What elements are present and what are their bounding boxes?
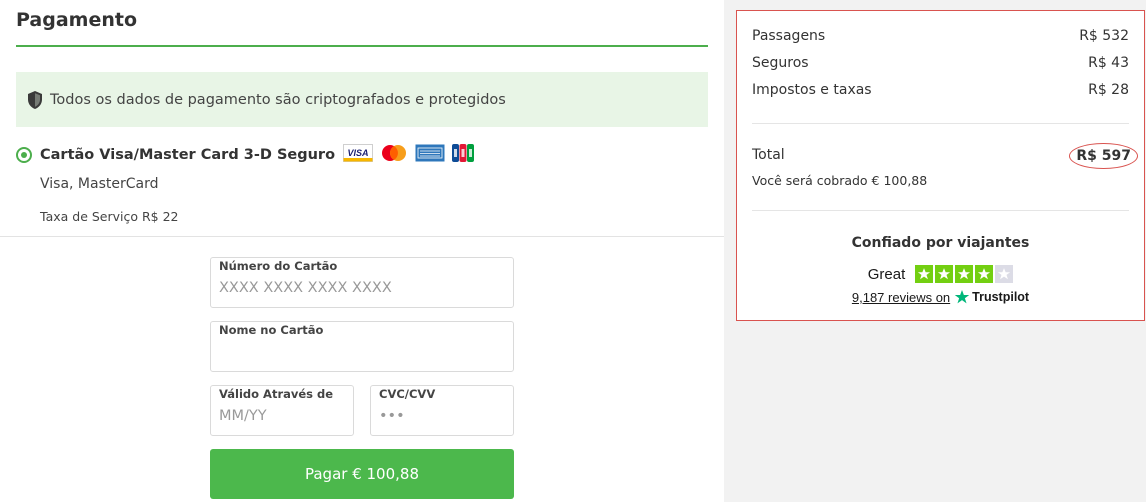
- cvc-field: CVC/CVV: [370, 385, 514, 436]
- card-number-label: Número do Cartão: [219, 259, 338, 273]
- payment-method-option[interactable]: Cartão Visa/Master Card 3-D Seguro VISA: [16, 142, 475, 168]
- svg-text:VISA: VISA: [348, 148, 369, 158]
- summary-item-value: R$ 43: [1088, 55, 1129, 71]
- expiry-label: Válido Através de: [219, 387, 334, 401]
- amex-logo: [415, 144, 445, 166]
- cvc-label: CVC/CVV: [379, 387, 436, 401]
- summary-item-value: R$ 28: [1088, 82, 1129, 98]
- summary-row: Impostos e taxas R$ 28: [752, 82, 1129, 98]
- secure-notice-text: Todos os dados de pagamento são criptogr…: [50, 91, 506, 108]
- pay-button[interactable]: Pagar € 100,88: [210, 449, 514, 499]
- card-logos: VISA: [343, 143, 475, 167]
- summary-row: Seguros R$ 43: [752, 55, 1129, 71]
- mastercard-logo: [379, 144, 409, 166]
- trustpilot-reviews: 9,187 reviews on Trustpilot: [737, 289, 1144, 305]
- visa-logo: VISA: [343, 144, 374, 166]
- payment-method-label: Cartão Visa/Master Card 3-D Seguro: [40, 147, 336, 163]
- card-number-field: Número do Cartão: [210, 257, 514, 308]
- reviews-link[interactable]: 9,187 reviews on: [852, 290, 950, 305]
- order-summary-panel: Passagens R$ 532 Seguros R$ 43 Impostos …: [724, 0, 1146, 502]
- shield-icon: [26, 90, 44, 110]
- rating-star-icon: [995, 265, 1014, 283]
- section-divider: [0, 236, 724, 237]
- card-name-field: Nome no Cartão: [210, 321, 514, 372]
- card-name-label: Nome no Cartão: [219, 323, 324, 337]
- summary-item-label: Impostos e taxas: [752, 82, 872, 98]
- trustpilot-star-icon: [954, 290, 970, 304]
- accepted-brands: Visa, MasterCard: [40, 176, 159, 192]
- service-fee: Taxa de Serviço R$ 22: [40, 209, 179, 224]
- cvc-input[interactable]: [379, 401, 507, 431]
- total-label: Total: [752, 147, 785, 163]
- expiry-field: Válido Através de: [210, 385, 354, 436]
- page-title: Pagamento: [16, 9, 138, 31]
- trustpilot-logo[interactable]: Trustpilot: [954, 289, 1029, 305]
- summary-item-label: Seguros: [752, 55, 809, 71]
- summary-divider: [752, 123, 1129, 124]
- expiry-input[interactable]: [219, 401, 347, 431]
- card-name-input[interactable]: [219, 337, 507, 367]
- rating-star-icon: [935, 265, 954, 283]
- card-number-input[interactable]: [219, 273, 507, 303]
- trustpilot-rating: Great: [737, 265, 1144, 283]
- trust-title: Confiado por viajantes: [851, 235, 1030, 251]
- summary-item-value: R$ 532: [1079, 28, 1129, 44]
- price-summary-box: Passagens R$ 532 Seguros R$ 43 Impostos …: [736, 10, 1145, 321]
- rating-word: Great: [867, 265, 906, 283]
- summary-divider: [752, 210, 1129, 211]
- jcb-logo: [451, 143, 475, 167]
- total-value: R$ 597: [1069, 143, 1138, 169]
- secure-payment-banner: Todos os dados de pagamento são criptogr…: [16, 72, 708, 127]
- payment-panel: Pagamento Todos os dados de pagamento sã…: [0, 0, 724, 502]
- title-underline: [16, 45, 708, 47]
- charge-note: Você será cobrado € 100,88: [752, 173, 928, 188]
- rating-star-icon: [915, 265, 934, 283]
- rating-star-icon: [975, 265, 994, 283]
- rating-star-icon: [955, 265, 974, 283]
- rating-stars: [915, 265, 1014, 283]
- summary-item-label: Passagens: [752, 28, 826, 44]
- payment-method-radio[interactable]: [16, 147, 32, 163]
- summary-row: Passagens R$ 532: [752, 28, 1129, 44]
- trustpilot-brand: Trustpilot: [972, 290, 1030, 304]
